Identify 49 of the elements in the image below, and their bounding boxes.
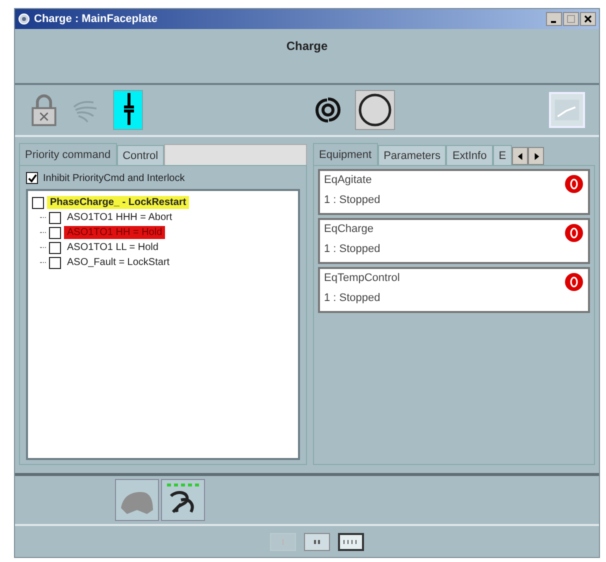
stop-icon [564, 272, 584, 292]
equipment-name: EqAgitate [324, 174, 373, 186]
stop-icon [564, 174, 584, 194]
tab[interactable]: ExtInfo [446, 145, 493, 165]
circle-button[interactable] [355, 90, 395, 130]
checkbox[interactable] [32, 196, 44, 208]
circle-icon [357, 92, 393, 128]
equipment-name: EqCharge [324, 223, 375, 235]
checkbox[interactable] [49, 256, 61, 268]
checkbox[interactable] [26, 172, 38, 184]
tab[interactable]: Control [116, 145, 164, 165]
tab[interactable]: Equipment [313, 143, 378, 165]
close-button[interactable] [580, 12, 596, 26]
tree-item[interactable]: PhaseCharge_ - LockRestart [47, 196, 190, 209]
checkbox-label: Inhibit PriorityCmd and Interlock [43, 172, 185, 184]
equipment-state: 1 : Stopped [324, 292, 382, 304]
valve-button[interactable] [113, 90, 143, 130]
equipment-card[interactable]: EqCharge 1 : Stopped [318, 218, 590, 264]
checkbox[interactable] [49, 226, 61, 238]
equipment-card[interactable]: EqAgitate 1 : Stopped [318, 169, 590, 215]
tab[interactable]: Priority command [19, 143, 117, 165]
header-title: Charge [286, 39, 328, 55]
checkbox[interactable] [49, 242, 61, 254]
tree-item[interactable]: ASO1TO1 LL = Hold [64, 241, 162, 254]
maximize-icon [567, 15, 575, 23]
tab[interactable]: Parameters [378, 145, 446, 165]
tree-item[interactable]: ASO_Fault = LockStart [64, 256, 173, 269]
scroll-left-button[interactable] [512, 147, 528, 165]
equipment-name: EqTempControl [324, 272, 400, 284]
close-icon [584, 15, 592, 23]
tab[interactable]: E [492, 145, 512, 165]
equipment-state: 1 : Stopped [324, 243, 380, 255]
window-title: Charge : MainFaceplate [34, 13, 158, 25]
step-button[interactable] [304, 532, 330, 550]
tree-item[interactable]: ASO1TO1 HHH = Abort [64, 211, 176, 224]
right-arrow-icon [532, 152, 540, 160]
minimize-button[interactable] [546, 12, 562, 26]
left-arrow-icon [516, 152, 524, 160]
agitator-button[interactable] [161, 479, 205, 521]
app-icon [18, 13, 30, 25]
step-button[interactable] [338, 532, 364, 550]
equipment-card[interactable]: EqTempControl 1 : Stopped [318, 267, 590, 313]
stop-icon [564, 223, 584, 243]
scroll-right-button[interactable] [528, 147, 544, 165]
inhibit-checkbox[interactable]: Inhibit PriorityCmd and Interlock [26, 172, 300, 184]
equipment-state: 1 : Stopped [324, 194, 380, 206]
padlock-icon[interactable] [29, 93, 59, 127]
checkbox[interactable] [49, 212, 61, 224]
tick-marks-icon [314, 540, 320, 544]
